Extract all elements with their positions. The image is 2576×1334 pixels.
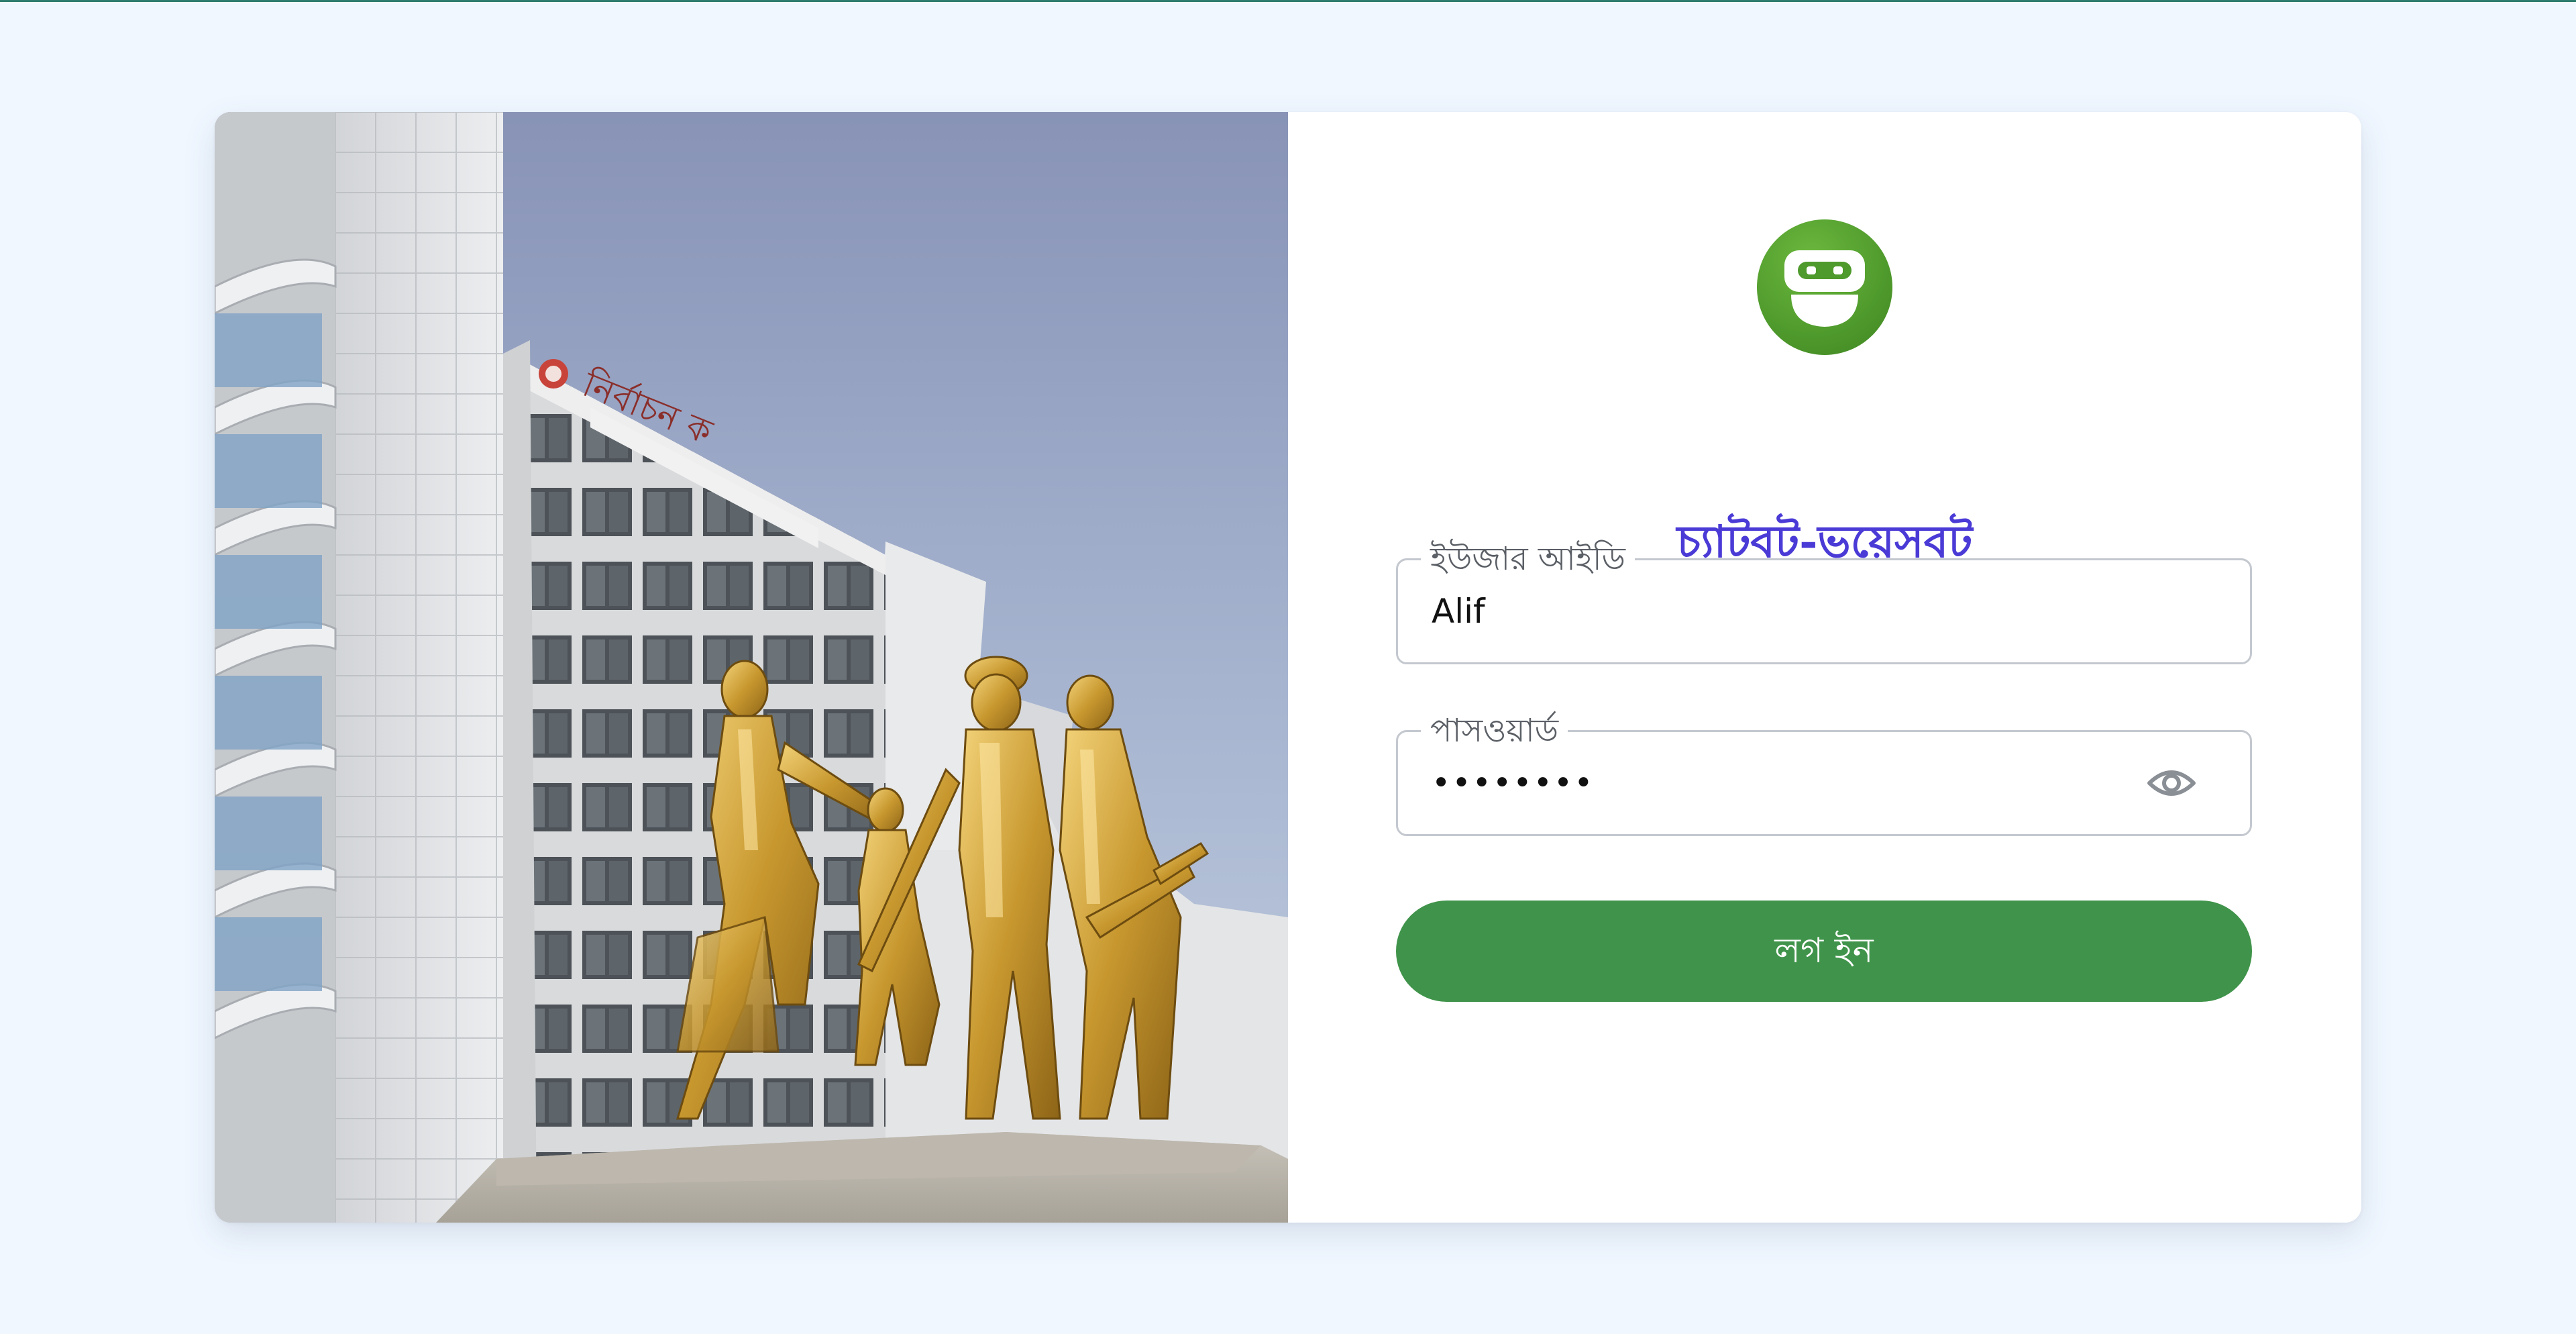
top-accent-line [0,0,2576,2]
robot-icon [1757,219,1892,355]
password-input[interactable]: •••••••• [1432,732,1595,834]
user-id-field[interactable]: ইউজার আইডি Alif [1396,537,2252,664]
user-id-input[interactable]: Alif [1432,560,1485,662]
building-statue-photo: নির্বাচন ক [215,112,1288,1223]
eye-icon[interactable] [2147,762,2196,805]
password-field[interactable]: পাসওয়ার্ড •••••••• [1396,709,2252,836]
login-form-panel: চ্যাটবট-ভয়েসবট ইউজার আইডি Alif পাসওয়ার… [1288,112,2361,1223]
login-card: নির্বাচন ক চ্যাটবট-ভয়েসবট ইউজার আইডি Al… [215,112,2361,1223]
login-button[interactable]: লগ ইন [1396,901,2252,1002]
